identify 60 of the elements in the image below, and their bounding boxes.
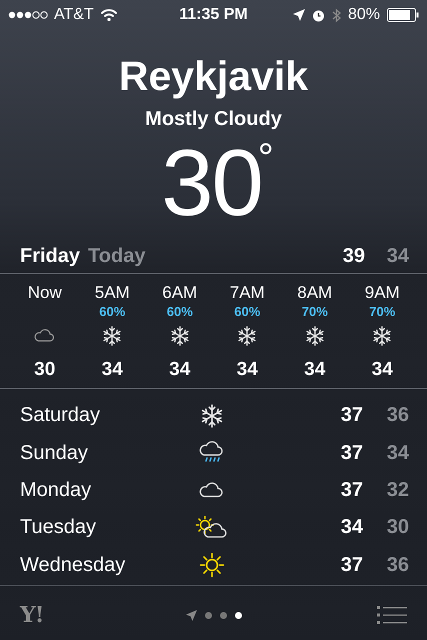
sun-icon [199,552,225,578]
hour-label: Now [28,283,62,303]
list-menu-icon[interactable] [377,605,407,625]
weather-condition: Mostly Cloudy [144,107,283,131]
high-temperature: 37 [340,478,363,502]
snowflake-icon [168,325,191,347]
battery-icon [387,8,419,22]
hourly-temperature: 34 [304,359,326,381]
precipitation-chance: 60% [99,304,126,319]
high-temperature: 39 [342,244,365,268]
hourly-temperature: 30 [34,359,56,381]
wifi-icon [100,8,118,22]
high-temperature: 34 [340,516,363,540]
city-name: Reykjavik [118,53,310,99]
precipitation-chance: 70% [302,304,328,319]
hourly-temperature: 34 [169,359,190,381]
snowflake-icon [304,325,326,347]
precipitation-chance: 60% [166,304,193,319]
low-temperature: 36 [386,404,409,428]
day-name: Saturday [20,404,102,428]
page-dot[interactable] [204,612,212,618]
carrier-name: AT&T [54,6,94,24]
page-dot[interactable] [234,612,242,618]
low-temperature: 36 [386,554,409,577]
page-dot[interactable] [220,612,226,618]
low-temperature: 34 [386,244,409,268]
hour-label: 5AM [94,283,130,303]
snowflake-icon [199,402,225,429]
low-temperature: 32 [386,478,409,502]
location-arrow-icon [292,9,305,21]
day-name: Wednesday [20,554,126,577]
location-arrow-icon [186,610,196,620]
day-name: Tuesday [20,516,97,540]
high-temperature: 37 [340,442,363,465]
day-name: Sunday [20,442,89,465]
low-temperature: 34 [386,442,409,465]
clock-time: 11:35 PM [179,6,248,24]
snowflake-icon [371,325,394,347]
high-temperature: 37 [340,554,363,577]
day-name: Monday [20,478,92,502]
snowflake-icon [236,325,258,347]
today-label: Today [88,244,146,268]
high-temperature: 37 [340,404,363,428]
alarm-clock-icon [312,8,325,22]
snowflake-icon [101,325,124,347]
hour-label: 9AM [364,283,400,303]
hourly-temperature: 34 [372,359,393,381]
low-temperature: 30 [386,516,409,540]
hour-label: 6AM [162,283,198,303]
bluetooth-icon [332,8,341,22]
battery-percent: 80% [348,6,380,24]
hour-label: 8AM [297,283,332,303]
hour-label: 7AM [230,283,265,303]
signal-icon [8,10,48,20]
precipitation-chance: 70% [369,304,396,319]
day-name: Friday [20,244,80,268]
yahoo-logo[interactable]: Y! [20,602,44,628]
hourly-temperature: 34 [236,359,258,381]
hourly-temperature: 34 [102,359,123,381]
precipitation-chance: 60% [234,304,260,319]
